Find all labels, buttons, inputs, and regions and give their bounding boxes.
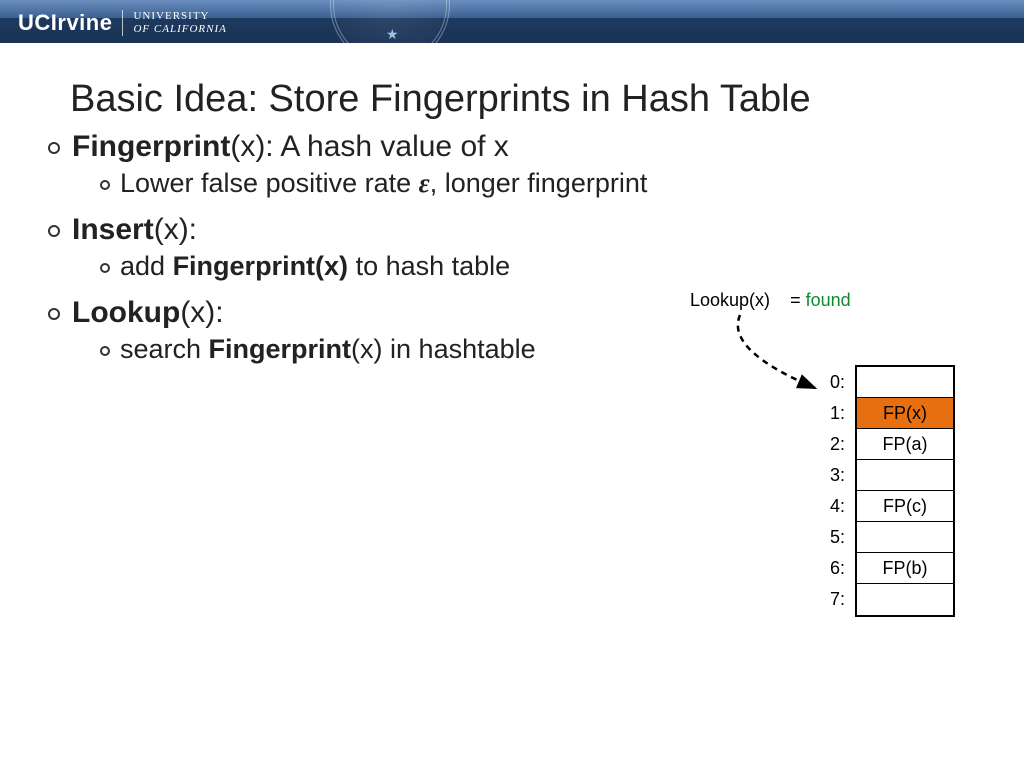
hash-table-indices: 0:1:2:3:4:5:6:7:: [830, 365, 845, 617]
header-banner: UCIrvine UNIVERSITY OF CALIFORNIA: [0, 0, 1024, 43]
lookup-expression: Lookup(x) = found: [690, 290, 851, 311]
index-label: 4:: [830, 491, 845, 522]
index-label: 1:: [830, 398, 845, 429]
index-label: 7:: [830, 584, 845, 615]
hash-cell: FP(x): [857, 398, 953, 429]
index-label: 5:: [830, 522, 845, 553]
bullet-insert-desc: add Fingerprint(x) to hash table: [100, 251, 984, 282]
index-label: 6:: [830, 553, 845, 584]
index-label: 0:: [830, 367, 845, 398]
bullet-lookup-desc: search Fingerprint(x) in hashtable: [100, 334, 984, 365]
hash-cell: [857, 522, 953, 553]
index-label: 2:: [830, 429, 845, 460]
university-seal: [330, 0, 450, 43]
bullet-fingerprint: Fingerprint(x): A hash value of x: [48, 130, 984, 164]
hash-cell: FP(c): [857, 491, 953, 522]
hash-cell: FP(b): [857, 553, 953, 584]
bullet-fpr: Lower false positive rate ε, longer fing…: [100, 168, 984, 199]
logo: UCIrvine UNIVERSITY OF CALIFORNIA: [18, 10, 227, 36]
slide-title: Basic Idea: Store Fingerprints in Hash T…: [70, 78, 811, 121]
hash-table: FP(x)FP(a) FP(c) FP(b): [855, 365, 955, 617]
index-label: 3:: [830, 460, 845, 491]
logo-sub: UNIVERSITY OF CALIFORNIA: [122, 10, 226, 36]
hash-cell: FP(a): [857, 429, 953, 460]
bullet-insert: Insert(x):: [48, 213, 984, 247]
hash-cell: [857, 367, 953, 398]
hash-cell: [857, 584, 953, 615]
hash-cell: [857, 460, 953, 491]
logo-main: UCIrvine: [18, 10, 112, 36]
